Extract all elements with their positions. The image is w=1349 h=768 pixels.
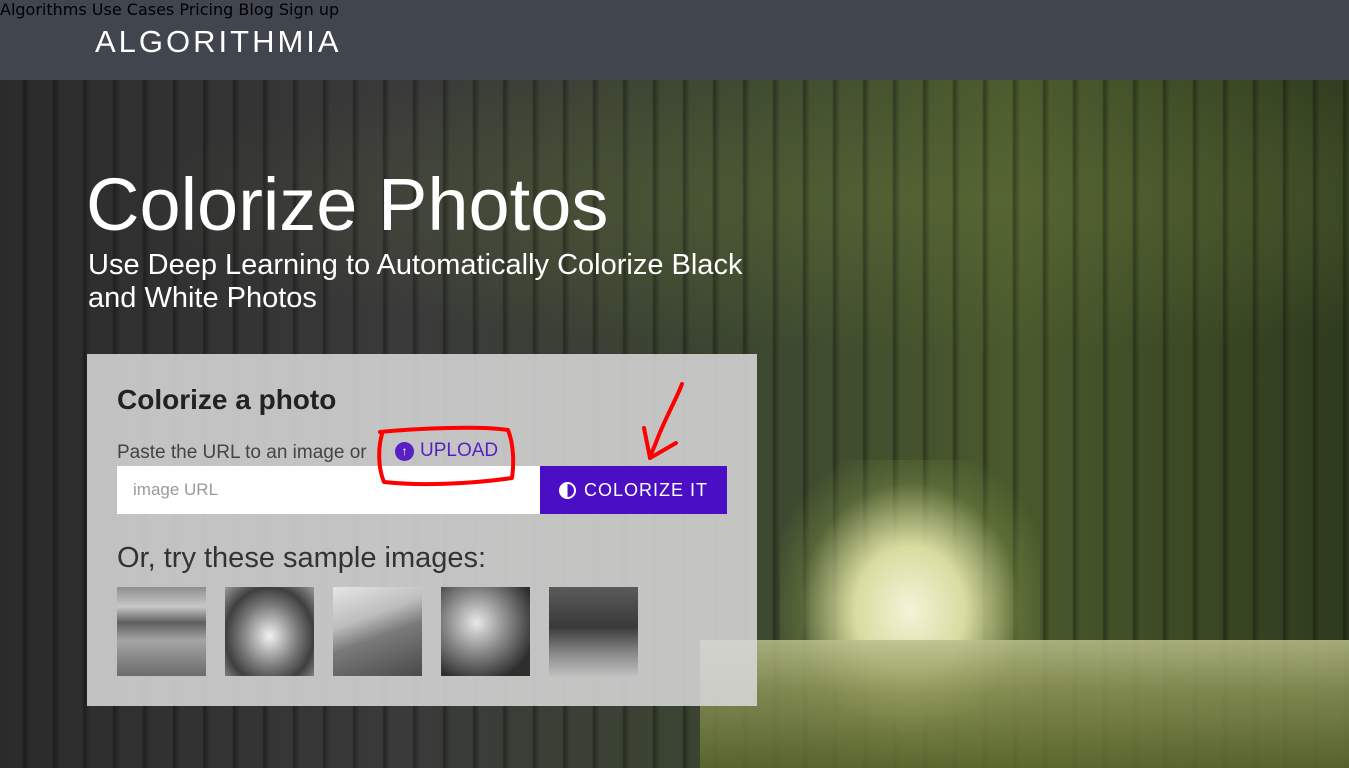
- card-title: Colorize a photo: [117, 384, 337, 415]
- sample-image-people[interactable]: [441, 587, 530, 676]
- paste-url-instructions: Paste the URL to an image or: [117, 442, 367, 463]
- road: [700, 640, 1349, 768]
- image-url-input[interactable]: [117, 466, 541, 514]
- colorize-card: Colorize a photo Paste the URL to an ima…: [87, 354, 757, 706]
- upload-link[interactable]: ↑ UPLOAD: [395, 440, 498, 462]
- nav-link-algorithms[interactable]: Algorithms: [0, 0, 87, 19]
- nav-link-sign-up[interactable]: Sign up: [279, 0, 339, 19]
- colorize-label: COLORIZE IT: [583, 479, 708, 500]
- page-subtitle: Use Deep Learning to Automatically Color…: [88, 249, 743, 314]
- upload-circle-icon: ↑: [395, 441, 414, 461]
- sample-image-shore-bird[interactable]: [117, 587, 206, 676]
- algorithmia-logo[interactable]: ALGORITHMIA: [95, 24, 342, 60]
- upload-label: UPLOAD: [420, 440, 499, 461]
- sample-image-race-car[interactable]: [225, 587, 314, 676]
- colorize-it-button[interactable]: COLORIZE IT: [540, 466, 727, 514]
- top-navbar: ALGORITHMIA Algorithms Use Cases Pricing…: [0, 0, 1349, 80]
- nav-link-pricing[interactable]: Pricing: [179, 0, 233, 19]
- sample-images-row: [117, 587, 638, 676]
- sample-image-cows[interactable]: [549, 587, 638, 676]
- nav-link-blog[interactable]: Blog: [238, 0, 273, 19]
- half-circle-icon: [558, 481, 576, 499]
- sample-image-mountain[interactable]: [333, 587, 422, 676]
- nav-link-use-cases[interactable]: Use Cases: [92, 0, 174, 19]
- sample-images-heading: Or, try these sample images:: [117, 542, 487, 574]
- page-title: Colorize Photos: [86, 163, 609, 246]
